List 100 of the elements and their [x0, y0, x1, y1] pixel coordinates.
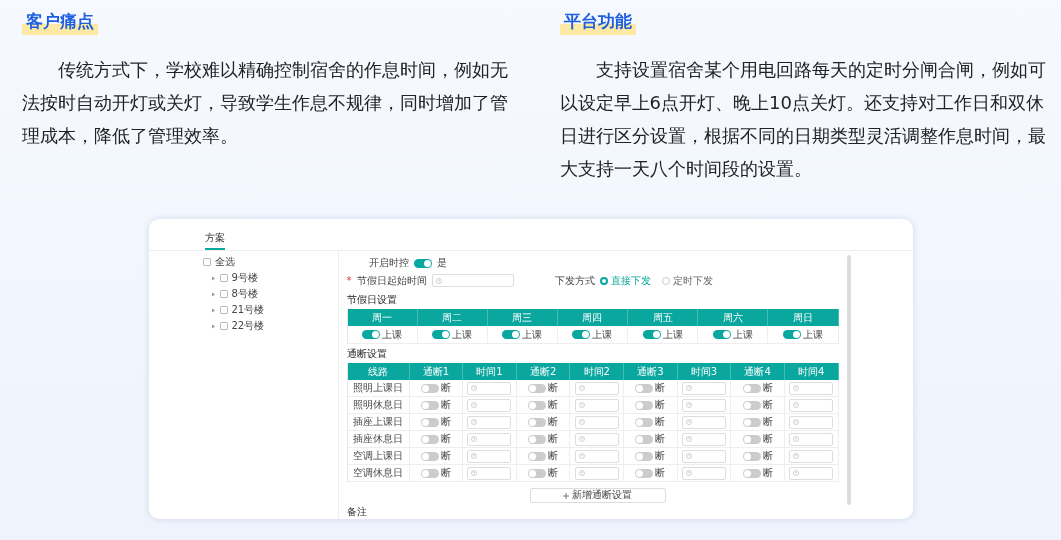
time-field[interactable] — [789, 398, 834, 412]
toggle-switch[interactable] — [420, 417, 439, 427]
tree-label[interactable]: 8号楼 — [231, 287, 258, 301]
time-field[interactable] — [467, 449, 512, 463]
toggle-switch[interactable] — [635, 383, 654, 393]
table-header: 线路 — [347, 363, 410, 380]
toggle-switch[interactable] — [635, 400, 654, 410]
time-field[interactable] — [574, 466, 619, 480]
toggle-switch[interactable] — [432, 330, 451, 339]
caret-icon[interactable] — [210, 307, 216, 313]
time-field[interactable] — [681, 466, 726, 480]
toggle-switch[interactable] — [528, 468, 547, 478]
toggle-switch[interactable] — [742, 468, 761, 478]
switch-state: 上课 — [662, 327, 683, 342]
time-field[interactable] — [467, 381, 512, 395]
toggle-switch[interactable] — [502, 330, 521, 339]
time-field[interactable] — [467, 415, 512, 429]
toggle-switch[interactable] — [742, 434, 761, 444]
tree-label[interactable]: 全选 — [214, 255, 235, 269]
switch-state: 断 — [440, 466, 451, 480]
radio-button[interactable] — [599, 276, 608, 285]
time-field[interactable] — [681, 398, 726, 412]
toggle-switch[interactable] — [782, 330, 801, 339]
switch-state: 断 — [655, 449, 666, 463]
time-field[interactable] — [467, 466, 512, 480]
toggle-switch[interactable] — [528, 383, 547, 393]
table-cell: 空调上课日 — [353, 449, 403, 463]
switch-state: 断 — [655, 466, 666, 480]
time-field[interactable] — [574, 449, 619, 463]
switch-state: 断 — [762, 398, 773, 412]
time-field[interactable] — [789, 466, 834, 480]
time-field[interactable] — [681, 449, 726, 463]
caret-icon[interactable] — [210, 275, 216, 281]
toggle-switch[interactable] — [635, 434, 654, 444]
toggle-switch[interactable] — [420, 468, 439, 478]
toggle-switch[interactable] — [742, 451, 761, 461]
toggle-switch[interactable] — [528, 417, 547, 427]
switch-state: 断 — [440, 432, 451, 446]
time-field[interactable] — [574, 381, 619, 395]
toggle-switch[interactable] — [572, 330, 591, 339]
field-label: 备注 — [346, 505, 368, 519]
clock-icon — [793, 436, 800, 442]
time-field[interactable] — [681, 432, 726, 446]
toggle-switch[interactable] — [712, 330, 731, 339]
time-field[interactable] — [789, 415, 834, 429]
clock-icon — [435, 277, 442, 284]
caret-icon[interactable] — [210, 291, 216, 297]
toggle-switch[interactable] — [635, 417, 654, 427]
tree-label[interactable]: 21号楼 — [231, 303, 265, 317]
time-field[interactable] — [574, 432, 619, 446]
toggle-switch[interactable] — [420, 451, 439, 461]
time-field[interactable] — [467, 432, 512, 446]
add-button[interactable]: 新增通断设置 — [529, 488, 666, 503]
checkbox[interactable] — [202, 258, 211, 266]
clock-icon — [471, 436, 478, 442]
caret-icon[interactable] — [210, 323, 216, 329]
toggle-switch[interactable] — [528, 434, 547, 444]
switch-state: 上课 — [802, 327, 823, 342]
time-field[interactable] — [467, 398, 512, 412]
scrollbar[interactable] — [846, 255, 851, 505]
time-field[interactable] — [789, 449, 834, 463]
toggle-switch[interactable] — [742, 383, 761, 393]
toggle-switch[interactable] — [362, 330, 381, 339]
clock-icon — [471, 419, 478, 425]
table-header: 时间2 — [570, 363, 624, 380]
checkbox[interactable] — [219, 306, 228, 314]
section-heading: 平台功能 — [559, 10, 636, 35]
checkbox[interactable] — [219, 290, 228, 298]
toggle-switch[interactable] — [420, 434, 439, 444]
tree-label[interactable]: 22号楼 — [231, 319, 265, 333]
switch-state: 断 — [655, 398, 666, 412]
section-title: 通断设置 — [346, 347, 388, 361]
toggle-switch[interactable] — [413, 258, 432, 268]
time-field[interactable] — [681, 381, 726, 395]
toggle-switch[interactable] — [420, 383, 439, 393]
toggle-switch[interactable] — [528, 400, 547, 410]
toggle-switch[interactable] — [635, 451, 654, 461]
toggle-switch[interactable] — [635, 468, 654, 478]
radio-button[interactable] — [661, 276, 670, 285]
time-field[interactable] — [789, 381, 834, 395]
table-cell: 插座休息日 — [353, 432, 403, 446]
checkbox[interactable] — [219, 274, 228, 282]
clock-icon — [471, 402, 478, 408]
toggle-switch[interactable] — [528, 451, 547, 461]
switch-state: 断 — [548, 415, 559, 429]
tab[interactable]: 方案 — [204, 231, 225, 250]
tree-label[interactable]: 9号楼 — [231, 271, 258, 285]
clock-icon — [471, 453, 478, 459]
switch-state: 断 — [762, 449, 773, 463]
toggle-switch[interactable] — [642, 330, 661, 339]
toggle-switch[interactable] — [420, 400, 439, 410]
toggle-switch[interactable] — [742, 417, 761, 427]
checkbox[interactable] — [219, 322, 228, 330]
time-field[interactable] — [431, 274, 514, 287]
radio-label[interactable]: 定时下发 — [672, 273, 713, 288]
time-field[interactable] — [574, 415, 619, 429]
time-field[interactable] — [681, 415, 726, 429]
toggle-switch[interactable] — [742, 400, 761, 410]
time-field[interactable] — [789, 432, 834, 446]
time-field[interactable] — [574, 398, 619, 412]
